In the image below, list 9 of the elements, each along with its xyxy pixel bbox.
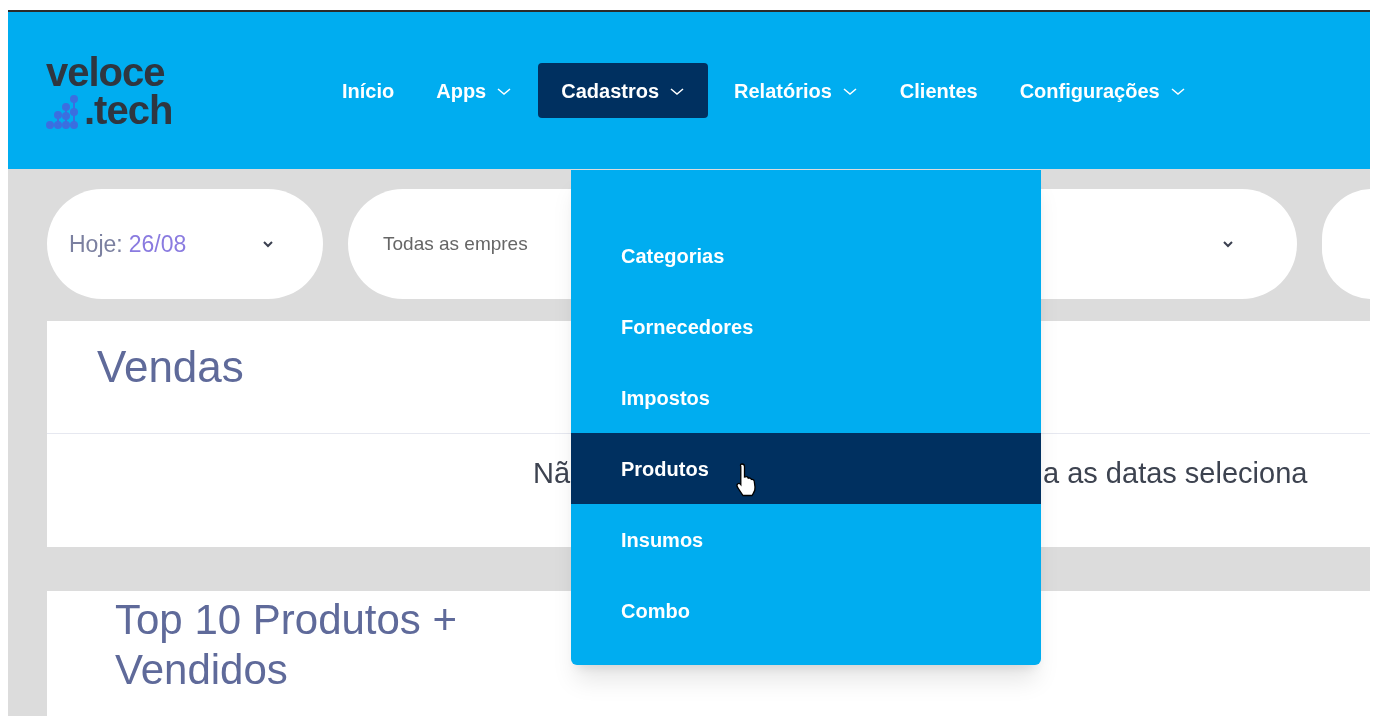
- logo-text: .tech: [84, 90, 173, 129]
- empty-message-text: a as datas seleciona: [1043, 456, 1309, 491]
- empty-message-text: Nã: [533, 457, 571, 489]
- card-title: Vendas: [97, 345, 245, 389]
- card-title: Top 10 Produtos + Vendidos: [115, 595, 459, 695]
- logo-text: veloce: [46, 52, 166, 91]
- date-label: Hoje:: [69, 229, 123, 259]
- company-select-text: Todas as empres: [383, 231, 528, 256]
- date-value: 26/08: [128, 229, 187, 259]
